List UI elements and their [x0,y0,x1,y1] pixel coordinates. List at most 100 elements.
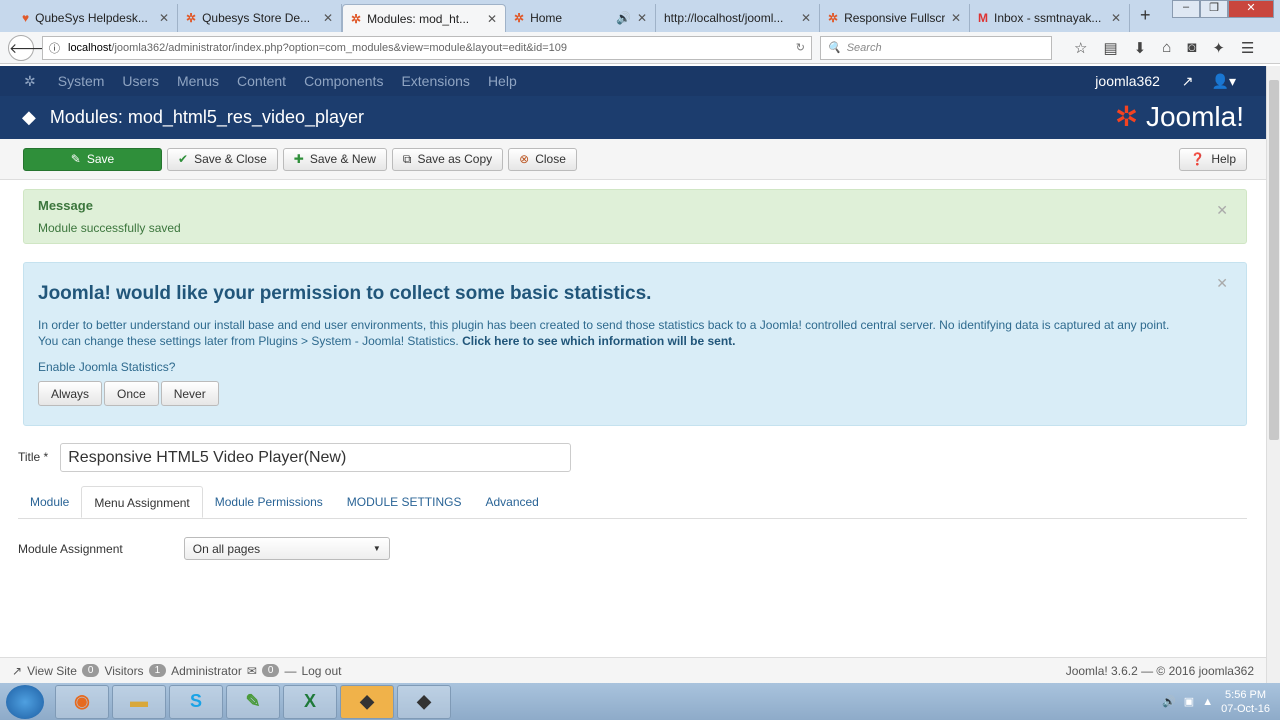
save-close-button[interactable]: ✔ Save & Close [167,147,278,171]
browser-tab[interactable]: ✲ Responsive Fullscr... ✕ [820,4,970,32]
browser-tab[interactable]: ♥ QubeSys Helpdesk... ✕ [14,4,178,32]
view-site-link[interactable]: View Site [27,664,77,678]
joomla-favicon-icon: ✲ [514,11,525,25]
browser-tab[interactable]: ✲ Qubesys Store De... ✕ [178,4,342,32]
joomla-favicon-icon: ✲ [351,11,362,26]
tab-module[interactable]: Module [18,486,81,518]
always-button[interactable]: Always [38,381,103,406]
window-controls: – ❐ ✕ [1172,0,1274,18]
page-header: ◆ Modules: mod_html5_res_video_player ✲ … [0,96,1266,139]
download-icon[interactable]: ⬇ [1134,39,1147,57]
close-tab-icon[interactable]: ✕ [159,11,169,25]
menu-menus[interactable]: Menus [177,73,219,89]
save-button[interactable]: ✎ Save [23,147,162,171]
stats-heading: Joomla! would like your permission to co… [38,283,652,304]
skype-taskbar-icon[interactable]: S [169,684,223,719]
start-button[interactable] [6,684,44,719]
cancel-icon: ⊗ [519,152,530,166]
stats-question: Enable Joomla Statistics? [38,360,176,374]
tab-advanced[interactable]: Advanced [473,486,550,518]
external-link-icon: ↗ [12,663,23,678]
page-title: Modules: mod_html5_res_video_player [49,107,365,127]
favicon-icon: ♥ [22,11,30,25]
scrollbar-thumb[interactable] [1269,80,1279,440]
firefox-taskbar-icon[interactable]: ◉ [55,684,109,719]
title-input[interactable]: Responsive HTML5 Video Player(New) [60,443,572,472]
menu-icon[interactable]: ☰ [1241,39,1254,57]
menu-components[interactable]: Components [304,73,383,89]
close-tab-icon[interactable]: ✕ [323,11,333,25]
visitors-badge: 0 [81,664,100,677]
site-link[interactable]: joomla362 ↗ [1095,73,1193,90]
reading-list-icon[interactable]: ▤ [1103,39,1117,57]
browser-navbar: 🡐 ⓘ localhost/joomla362/administrator/ind… [0,32,1280,64]
statistics-notice: ✕ Joomla! would like your permission to … [23,262,1247,426]
mail-icon[interactable]: ✉ [247,664,257,678]
logout-link[interactable]: Log out [301,664,341,678]
edit-icon: ✎ [70,152,81,166]
close-tab-icon[interactable]: ✕ [801,11,811,25]
save-new-button[interactable]: ✚ Save & New [282,147,387,171]
close-window-button[interactable]: ✕ [1228,0,1274,18]
save-copy-button[interactable]: ⧉ Save as Copy [391,147,504,171]
close-icon[interactable]: ✕ [1216,275,1228,292]
extension-icon[interactable]: ✦ [1212,39,1225,57]
menu-help[interactable]: Help [488,73,517,89]
menu-extensions[interactable]: Extensions [401,73,469,89]
browser-tab[interactable]: M Inbox - ssmtnayak... ✕ [970,4,1130,32]
tray-app-icon[interactable]: ▲ [1202,696,1213,708]
help-button[interactable]: ❓ Help [1179,147,1247,171]
stats-note: You can change these settings later from… [38,334,459,348]
visitors-label: Visitors [104,663,144,678]
excel-taskbar-icon[interactable]: X [283,684,337,719]
module-assignment-select[interactable]: On all pages ▼ [183,537,390,560]
bookmark-star-icon[interactable]: ☆ [1074,39,1087,57]
close-button[interactable]: ⊗ Close [508,147,577,171]
speaker-icon[interactable]: 🔊 [616,11,631,25]
camtasia-taskbar-icon[interactable]: ◆ [340,684,394,719]
volume-icon[interactable]: 🔊 [1162,695,1176,708]
browser-tab-active[interactable]: ✲ Modules: mod_ht... ✕ [342,4,506,32]
joomla-menu-icon[interactable]: ✲ [24,73,36,90]
success-message: Message Module successfully saved ✕ [23,189,1247,244]
home-icon[interactable]: ⌂ [1162,39,1171,57]
reload-icon[interactable]: ↻ [796,41,805,54]
close-icon[interactable]: ✕ [1216,202,1228,219]
pocket-icon[interactable]: ◙ [1187,39,1196,57]
browser-tab[interactable]: ✲ Home 🔊 ✕ [506,4,656,32]
minimize-button[interactable]: – [1172,0,1200,18]
page-scrollbar[interactable] [1266,66,1280,683]
menu-users[interactable]: Users [122,73,159,89]
new-tab-button[interactable]: + [1130,5,1161,32]
system-tray: 🔊 ▣ ▲ 5:56 PM 07-Oct-16 [1162,688,1280,716]
close-tab-icon[interactable]: ✕ [1111,11,1121,25]
menu-system[interactable]: System [58,73,105,89]
once-button[interactable]: Once [104,381,159,406]
explorer-taskbar-icon[interactable]: ▬ [112,684,166,719]
stats-description: In order to better understand our instal… [38,318,1170,332]
title-label: Title * [18,450,49,464]
network-icon[interactable]: ▣ [1184,695,1194,708]
close-tab-icon[interactable]: ✕ [487,12,497,26]
url-bar[interactable]: ⓘ localhost/joomla362/administrator/index… [42,35,812,60]
tab-menu-assignment[interactable]: Menu Assignment [81,486,203,518]
info-icon[interactable]: ⓘ [49,40,60,56]
close-tab-icon[interactable]: ✕ [637,11,647,25]
stats-info-link[interactable]: Click here to see which information will… [462,334,735,348]
joomla-logo: ✲ Joomla! [1114,101,1244,132]
menu-content[interactable]: Content [237,73,286,89]
maximize-button[interactable]: ❐ [1200,0,1228,18]
recorder-taskbar-icon[interactable]: ◆ [397,684,451,719]
clock[interactable]: 5:56 PM 07-Oct-16 [1221,688,1270,716]
close-tab-icon[interactable]: ✕ [951,11,961,25]
search-input[interactable]: 🔍 Search [820,35,1052,60]
status-bar: ↗ View Site 0 Visitors 1 Administrator ✉ 0 —… [0,657,1266,683]
browser-tab[interactable]: http://localhost/jooml... ✕ [656,4,820,32]
tab-module-permissions[interactable]: Module Permissions [203,486,335,518]
notepad-taskbar-icon[interactable]: ✎ [226,684,280,719]
toolbar: ✎ Save ✔ Save & Close ✚ Save & New ⧉ Save as… [0,139,1266,180]
back-button[interactable]: 🡐 [8,34,47,61]
never-button[interactable]: Never [160,381,219,406]
user-menu-icon[interactable]: 👤▾ [1212,73,1236,90]
tab-module-settings[interactable]: MODULE SETTINGS [335,486,474,518]
